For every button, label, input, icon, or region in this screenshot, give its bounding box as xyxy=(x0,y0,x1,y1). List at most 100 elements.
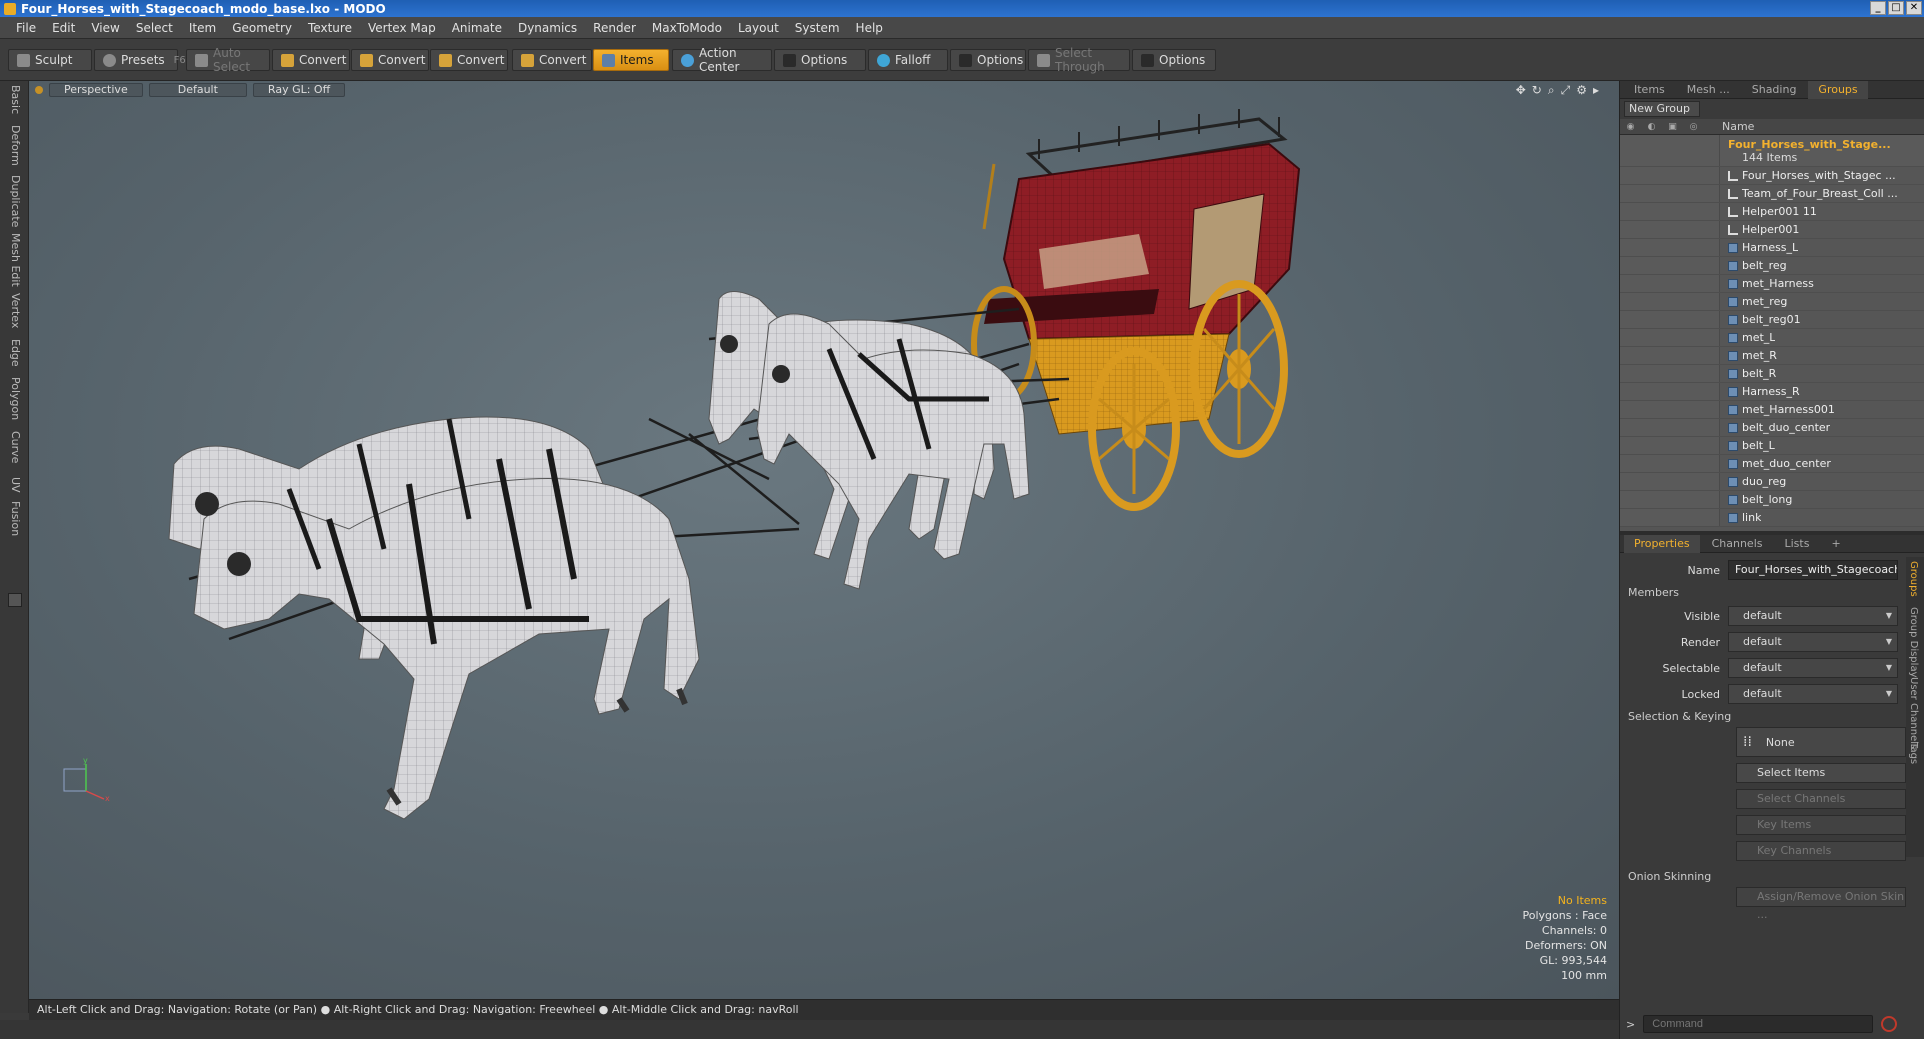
new-group-button[interactable]: New Group xyxy=(1624,101,1700,117)
render-icon[interactable]: ◐ xyxy=(1641,122,1662,132)
menu-animate[interactable]: Animate xyxy=(444,21,510,35)
front-horse-pair[interactable] xyxy=(168,416,700,820)
select-items-button[interactable]: Select Items xyxy=(1736,763,1906,783)
side-tab-tags[interactable]: Tags xyxy=(1908,742,1919,764)
shading-dropdown[interactable]: Default xyxy=(148,83,247,97)
gear-icon[interactable]: ⚙ xyxy=(1576,83,1587,98)
tab-edge[interactable]: Edge xyxy=(6,339,22,367)
group-member-row[interactable]: Helper001 11 xyxy=(1620,203,1924,221)
view-type-dropdown[interactable]: Perspective xyxy=(49,83,143,97)
tab-channels[interactable]: Channels xyxy=(1702,535,1773,553)
viewport-options-icon[interactable] xyxy=(35,86,43,94)
menu-render[interactable]: Render xyxy=(585,21,644,35)
tab-uv[interactable]: UV xyxy=(6,477,22,493)
group-member-row[interactable]: belt_long xyxy=(1620,491,1924,509)
group-member-row[interactable]: Four_Horses_with_Stagec ... xyxy=(1620,167,1924,185)
tab-groups[interactable]: Groups xyxy=(1808,80,1868,99)
menu-geometry[interactable]: Geometry xyxy=(224,21,300,35)
group-member-row[interactable]: belt_L xyxy=(1620,437,1924,455)
onion-skinning-section[interactable]: Onion Skinning xyxy=(1620,867,1924,887)
group-name-field[interactable]: Four_Horses_with_Stagecoach ( xyxy=(1728,560,1898,580)
visible-dropdown[interactable]: default xyxy=(1728,606,1898,626)
tab-fusion[interactable]: Fusion xyxy=(6,501,22,536)
group-member-row[interactable]: met_reg xyxy=(1620,293,1924,311)
side-tab-groups[interactable]: Groups xyxy=(1908,561,1919,597)
side-tab-group-display[interactable]: Group Display xyxy=(1908,607,1919,677)
maximize-button[interactable]: □ xyxy=(1888,1,1904,15)
menu-dynamics[interactable]: Dynamics xyxy=(510,21,585,35)
group-member-row[interactable]: duo_reg xyxy=(1620,473,1924,491)
none-button[interactable]: ⁞⁞ None xyxy=(1736,727,1906,757)
group-member-row[interactable]: belt_reg01 xyxy=(1620,311,1924,329)
group-member-row[interactable]: met_Harness xyxy=(1620,275,1924,293)
convert-button-1[interactable]: Convert xyxy=(272,49,350,71)
group-member-row[interactable]: met_R xyxy=(1620,347,1924,365)
menu-maxtomodo[interactable]: MaxToModo xyxy=(644,21,730,35)
tab-curve[interactable]: Curve xyxy=(6,431,22,463)
3d-viewport[interactable]: Perspective Default Ray GL: Off ✥ ↻ ⌕ ⤢ … xyxy=(29,81,1619,999)
select-icon[interactable]: ◎ xyxy=(1683,122,1704,132)
rotate-icon[interactable]: ↻ xyxy=(1532,83,1542,98)
render-dropdown[interactable]: default xyxy=(1728,632,1898,652)
falloff-button[interactable]: Falloff xyxy=(868,49,948,71)
menu-edit[interactable]: Edit xyxy=(44,21,83,35)
eye-icon[interactable]: ◉ xyxy=(1620,122,1641,132)
tab-vertex[interactable]: Vertex xyxy=(6,293,22,328)
pan-icon[interactable]: ✥ xyxy=(1516,83,1526,98)
group-member-row[interactable]: belt_R xyxy=(1620,365,1924,383)
members-section[interactable]: Members xyxy=(1620,583,1924,603)
selectable-dropdown[interactable]: default xyxy=(1728,658,1898,678)
group-member-row[interactable]: Team_of_Four_Breast_Coll ... xyxy=(1620,185,1924,203)
add-tab-button[interactable]: + xyxy=(1821,535,1850,553)
close-button[interactable]: ✕ xyxy=(1906,1,1922,15)
rear-horse-pair[interactable] xyxy=(708,291,1030,590)
minimize-button[interactable]: _ xyxy=(1870,1,1886,15)
panel-toggle-button[interactable] xyxy=(8,593,22,607)
menu-select[interactable]: Select xyxy=(128,21,181,35)
group-member-row[interactable]: Harness_L xyxy=(1620,239,1924,257)
lock-icon[interactable]: ▣ xyxy=(1662,122,1683,132)
menu-vertex-map[interactable]: Vertex Map xyxy=(360,21,444,35)
tab-lists[interactable]: Lists xyxy=(1775,535,1820,553)
record-icon[interactable] xyxy=(1881,1016,1898,1032)
tab-properties[interactable]: Properties xyxy=(1624,534,1700,553)
selection-keying-section[interactable]: Selection & Keying xyxy=(1620,707,1924,727)
tab-duplicate[interactable]: Duplicate xyxy=(6,175,22,227)
select-through-button[interactable]: Select Through xyxy=(1028,46,1130,74)
convert-button-2[interactable]: Convert xyxy=(351,49,429,71)
assign-onion-skin-button[interactable]: Assign/Remove Onion Skin ... xyxy=(1736,887,1906,921)
sculpt-button[interactable]: Sculpt xyxy=(8,49,92,71)
tab-polygon[interactable]: Polygon xyxy=(6,377,22,420)
chevron-right-icon[interactable]: ▸ xyxy=(1593,83,1599,98)
menu-view[interactable]: View xyxy=(83,21,127,35)
group-member-row[interactable]: link xyxy=(1620,509,1924,527)
menu-texture[interactable]: Texture xyxy=(300,21,360,35)
command-input[interactable] xyxy=(1643,1015,1874,1033)
group-member-row[interactable]: met_Harness001 xyxy=(1620,401,1924,419)
group-member-row[interactable]: Harness_R xyxy=(1620,383,1924,401)
convert-button-4[interactable]: Convert xyxy=(512,49,592,71)
group-member-row[interactable]: Helper001 xyxy=(1620,221,1924,239)
presets-button[interactable]: Presets F6 xyxy=(94,49,186,71)
tab-shading[interactable]: Shading xyxy=(1742,81,1807,99)
menu-layout[interactable]: Layout xyxy=(730,21,787,35)
auto-select-button[interactable]: Auto Select xyxy=(186,46,270,74)
group-member-row[interactable]: belt_duo_center xyxy=(1620,419,1924,437)
tab-mesh[interactable]: Mesh ... xyxy=(1677,81,1740,99)
tab-mesh-edit[interactable]: Mesh Edit xyxy=(6,233,22,287)
raygl-toggle[interactable]: Ray GL: Off xyxy=(252,83,346,97)
group-member-row[interactable]: belt_reg xyxy=(1620,257,1924,275)
zoom-icon[interactable]: ⌕ xyxy=(1548,83,1555,98)
select-channels-button[interactable]: Select Channels xyxy=(1736,789,1906,809)
group-row-selected[interactable]: Four_Horses_with_Stage... 144 Items xyxy=(1620,135,1924,167)
group-member-row[interactable]: met_duo_center xyxy=(1620,455,1924,473)
key-channels-button[interactable]: Key Channels xyxy=(1736,841,1906,861)
fit-icon[interactable]: ⤢ xyxy=(1561,83,1571,98)
key-items-button[interactable]: Key Items xyxy=(1736,815,1906,835)
items-mode-button[interactable]: Items xyxy=(593,49,669,71)
menu-item[interactable]: Item xyxy=(181,21,224,35)
side-tab-user-channels[interactable]: User Channels xyxy=(1908,677,1919,749)
locked-dropdown[interactable]: default xyxy=(1728,684,1898,704)
menu-file[interactable]: File xyxy=(8,21,44,35)
tab-basic[interactable]: Basic xyxy=(6,85,22,114)
